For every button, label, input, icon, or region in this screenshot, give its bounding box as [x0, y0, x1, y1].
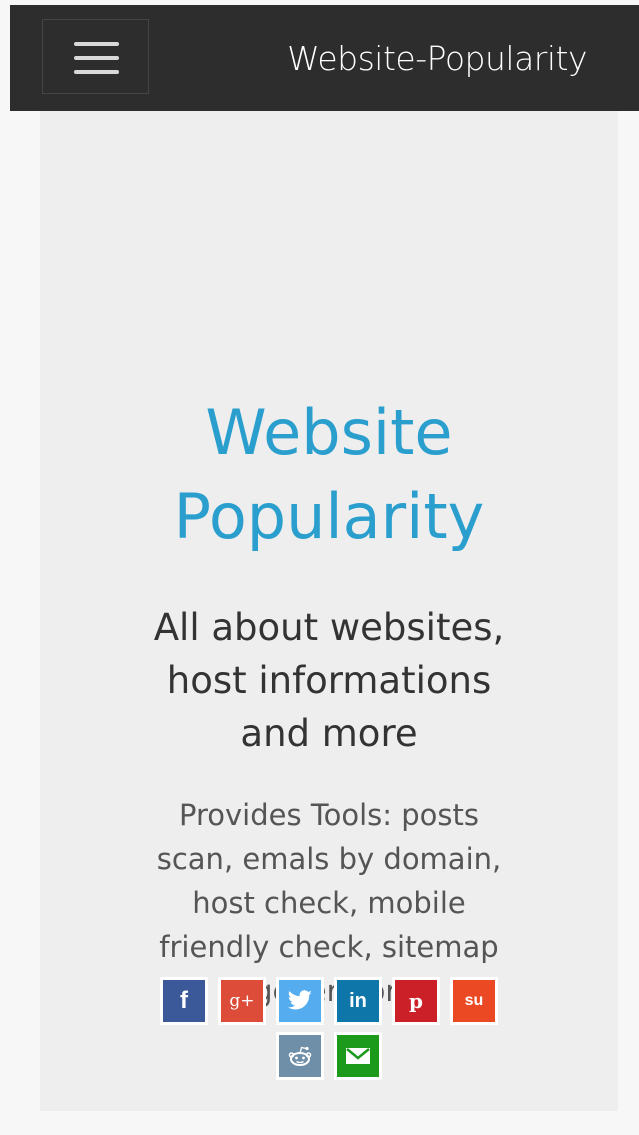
page: Website-Popularity Website Popularity Al…	[0, 0, 639, 1135]
pinterest-icon: p	[409, 989, 423, 1013]
stumbleupon-share-button[interactable]: su	[450, 977, 498, 1025]
linkedin-share-button[interactable]: in	[334, 977, 382, 1025]
facebook-share-button[interactable]: f	[160, 977, 208, 1025]
google-plus-icon: g+	[229, 991, 255, 1011]
pinterest-share-button[interactable]: p	[392, 977, 440, 1025]
brand-link[interactable]: Website-Popularity	[287, 39, 587, 78]
linkedin-icon: in	[349, 989, 367, 1012]
email-icon	[337, 1035, 379, 1077]
email-share-button[interactable]	[334, 1032, 382, 1080]
reddit-icon	[279, 1035, 321, 1077]
reddit-share-button[interactable]	[276, 1032, 324, 1080]
share-row: f g+ in p su	[40, 977, 618, 1025]
share-row	[40, 1032, 618, 1080]
facebook-icon: f	[180, 987, 188, 1014]
menu-toggle-button[interactable]	[42, 19, 149, 94]
stumbleupon-icon: su	[464, 992, 484, 1009]
navbar: Website-Popularity	[10, 5, 639, 111]
twitter-icon	[279, 980, 321, 1022]
google-plus-share-button[interactable]: g+	[218, 977, 266, 1025]
share-area: f g+ in p su	[40, 111, 618, 1111]
twitter-share-button[interactable]	[276, 977, 324, 1025]
